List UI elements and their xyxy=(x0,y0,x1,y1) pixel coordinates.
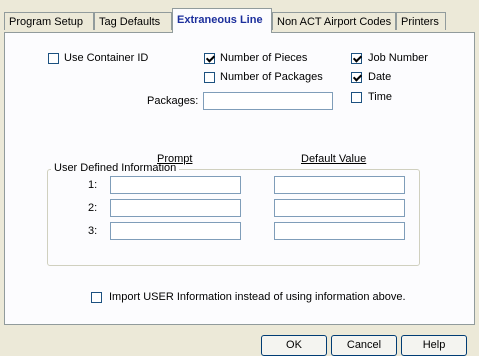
job-number-label: Job Number xyxy=(368,52,428,64)
tab-printers[interactable]: Printers xyxy=(396,12,446,30)
use-container-id-label: Use Container ID xyxy=(64,52,149,64)
time-label: Time xyxy=(368,91,393,103)
number-of-packages-label: Number of Packages xyxy=(220,71,323,83)
settings-dialog: Program Setup Tag Defaults Extraneous Li… xyxy=(0,0,479,356)
number-of-pieces-checkbox[interactable] xyxy=(204,53,215,64)
date-checkbox[interactable] xyxy=(351,72,362,83)
number-of-pieces-label: Number of Pieces xyxy=(220,52,308,64)
prompt-header: Prompt xyxy=(157,153,193,165)
tab-extraneous-line[interactable]: Extraneous Line xyxy=(172,8,272,33)
job-number-checkbox[interactable] xyxy=(351,53,362,64)
default-input-1[interactable] xyxy=(274,176,405,194)
row-3-label: 3: xyxy=(88,225,98,237)
default-input-2[interactable] xyxy=(274,199,405,217)
number-of-packages-checkbox[interactable] xyxy=(204,72,215,83)
row-2-label: 2: xyxy=(88,202,98,214)
packages-input[interactable] xyxy=(203,92,333,110)
use-container-id-checkbox[interactable] xyxy=(48,53,59,64)
default-value-header: Default Value xyxy=(301,153,367,165)
tab-label: Printers xyxy=(401,16,439,28)
cancel-button[interactable]: Cancel xyxy=(331,335,397,356)
packages-label: Packages: xyxy=(147,95,199,107)
tab-non-act-airport-codes[interactable]: Non ACT Airport Codes xyxy=(272,12,396,30)
prompt-input-2[interactable] xyxy=(110,199,241,217)
import-user-checkbox[interactable] xyxy=(91,292,102,303)
prompt-input-1[interactable] xyxy=(110,176,241,194)
tab-label: Non ACT Airport Codes xyxy=(277,16,392,28)
prompt-input-3[interactable] xyxy=(110,222,241,240)
help-button[interactable]: Help xyxy=(401,335,467,356)
tab-label: Program Setup xyxy=(9,16,83,28)
date-label: Date xyxy=(368,71,392,83)
tab-label: Tag Defaults xyxy=(99,16,161,28)
tab-label: Extraneous Line xyxy=(177,14,263,26)
ok-button[interactable]: OK xyxy=(261,335,327,356)
tab-strip: Program Setup Tag Defaults Extraneous Li… xyxy=(4,8,475,33)
tab-tag-defaults[interactable]: Tag Defaults xyxy=(94,12,172,30)
time-checkbox[interactable] xyxy=(351,92,362,103)
tab-program-setup[interactable]: Program Setup xyxy=(4,12,94,30)
row-1-label: 1: xyxy=(88,179,98,191)
import-user-label: Import USER Information instead of using… xyxy=(109,291,406,303)
default-input-3[interactable] xyxy=(274,222,405,240)
